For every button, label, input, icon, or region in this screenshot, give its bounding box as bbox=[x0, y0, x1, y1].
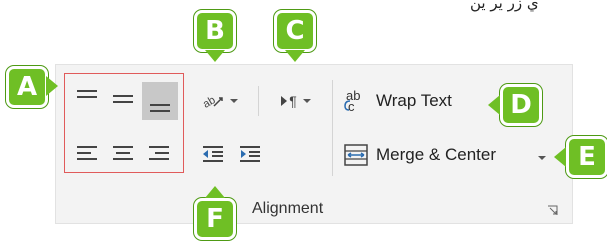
callout-b-pointer bbox=[205, 50, 225, 62]
callout-d-pointer bbox=[488, 95, 500, 115]
callout-a: A bbox=[6, 66, 48, 108]
callout-b: B bbox=[194, 10, 236, 52]
divider bbox=[332, 80, 333, 176]
callout-f: F bbox=[194, 198, 236, 240]
callout-c: C bbox=[274, 10, 316, 52]
merge-center-label: Merge & Center bbox=[376, 145, 496, 164]
callout-c-pointer bbox=[285, 50, 305, 62]
orientation-icon: ab bbox=[202, 94, 223, 110]
svg-text:ab: ab bbox=[202, 94, 218, 110]
text-direction-icon: ¶ bbox=[281, 93, 297, 109]
dialog-launcher-icon[interactable] bbox=[547, 205, 558, 216]
merge-center-button[interactable]: Merge & Center bbox=[344, 144, 496, 166]
callout-e-pointer bbox=[554, 147, 566, 167]
header-partial-text: ي زر ير ين bbox=[470, 0, 539, 12]
callout-f-pointer bbox=[205, 186, 225, 198]
text-direction-button[interactable]: ¶ bbox=[270, 86, 322, 116]
wrap-text-button[interactable]: ab c Wrap Text bbox=[344, 88, 452, 114]
chevron-down-icon bbox=[302, 99, 311, 103]
decrease-indent-icon bbox=[203, 146, 223, 162]
merge-center-dropdown[interactable] bbox=[534, 150, 550, 166]
divider bbox=[258, 86, 259, 116]
orientation-button[interactable]: ab bbox=[194, 86, 246, 116]
callout-e: E bbox=[566, 136, 607, 178]
callout-d: D bbox=[500, 84, 542, 126]
alignment-group-label: Alignment bbox=[252, 200, 324, 217]
wrap-text-label: Wrap Text bbox=[376, 91, 452, 110]
callout-a-pointer bbox=[46, 76, 58, 96]
alignment-buttons-highlight bbox=[64, 73, 184, 173]
decrease-indent-button[interactable] bbox=[197, 140, 229, 168]
increase-indent-icon bbox=[240, 146, 260, 162]
chevron-down-icon bbox=[538, 156, 546, 160]
wrap-text-icon: ab c bbox=[344, 88, 361, 114]
increase-indent-button[interactable] bbox=[234, 140, 266, 168]
merge-center-icon bbox=[344, 144, 368, 166]
chevron-down-icon bbox=[230, 99, 238, 103]
